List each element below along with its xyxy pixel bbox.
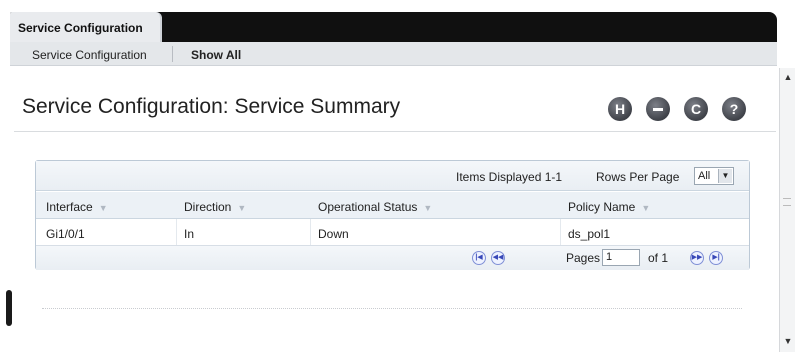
cell-direction: In <box>184 227 195 241</box>
sub-navigation: Service Configuration Show All <box>10 42 777 66</box>
last-page-icon[interactable]: ▶| <box>709 251 723 265</box>
items-displayed: Items Displayed 1-1 <box>456 170 563 184</box>
side-panel-handle[interactable] <box>6 290 12 326</box>
table-header: Interface ▼ Direction ▼ Operational Status… <box>36 192 749 219</box>
rows-per-page-value: All <box>698 170 711 182</box>
refresh-icon[interactable]: C <box>684 97 708 121</box>
table-row[interactable]: Gi1/0/1 In Down ds_pol1 <box>36 220 749 246</box>
column-header-operational-status[interactable]: Operational Status ▼ <box>318 200 432 214</box>
previous-page-icon[interactable]: ◀◀ <box>491 251 505 265</box>
page-count-label: of 1 <box>648 251 669 265</box>
page-number-input[interactable]: 1 <box>602 249 640 266</box>
section-divider <box>42 308 742 309</box>
sort-icon[interactable]: ▼ <box>423 203 432 213</box>
table-pager: |◀ ◀◀ Pages 1 of 1 ▶▶ ▶| <box>36 246 749 270</box>
tab-service-configuration[interactable]: Service Configuration <box>10 12 162 42</box>
page-title: Service Configuration: Service Summary <box>22 95 401 118</box>
column-header-policy-name[interactable]: Policy Name ▼ <box>568 200 650 214</box>
tab-bar: Service Configuration <box>10 12 777 42</box>
subnav-divider <box>172 46 173 62</box>
sort-icon[interactable]: ▼ <box>641 203 650 213</box>
cell-operational-status: Down <box>318 227 349 241</box>
vertical-scrollbar[interactable]: ▲ ▼ <box>779 68 795 352</box>
help-icon[interactable]: ? <box>722 97 746 121</box>
first-page-icon[interactable]: |◀ <box>472 251 486 265</box>
next-page-icon[interactable]: ▶▶ <box>690 251 704 265</box>
subnav-show-all[interactable]: Show All <box>191 48 241 62</box>
column-header-interface[interactable]: Interface ▼ <box>46 200 108 214</box>
rows-per-page-label: Rows Per Page <box>596 170 680 184</box>
scroll-grip[interactable] <box>783 198 791 206</box>
table-toolbar: Items Displayed 1-1 Rows Per Page All ▼ <box>36 161 749 191</box>
scroll-up-icon[interactable]: ▲ <box>781 70 795 84</box>
scroll-down-icon[interactable]: ▼ <box>781 334 795 348</box>
column-header-direction[interactable]: Direction ▼ <box>184 200 246 214</box>
chevron-down-icon[interactable]: ▼ <box>718 169 732 183</box>
app-frame: Service Configuration Service Configurat… <box>0 0 795 352</box>
sort-icon[interactable]: ▼ <box>99 203 108 213</box>
save-icon[interactable]: H <box>608 97 632 121</box>
print-icon[interactable]: ▬ <box>646 97 670 121</box>
subnav-service-configuration[interactable]: Service Configuration <box>32 48 147 62</box>
service-summary-table: Items Displayed 1-1 Rows Per Page All ▼ … <box>35 160 750 270</box>
sort-icon[interactable]: ▼ <box>237 203 246 213</box>
rows-per-page-select[interactable]: All ▼ <box>694 167 734 185</box>
pages-label: Pages <box>566 251 601 265</box>
cell-policy-name: ds_pol1 <box>568 227 611 241</box>
header-divider <box>14 131 776 132</box>
cell-interface: Gi1/0/1 <box>46 227 85 241</box>
